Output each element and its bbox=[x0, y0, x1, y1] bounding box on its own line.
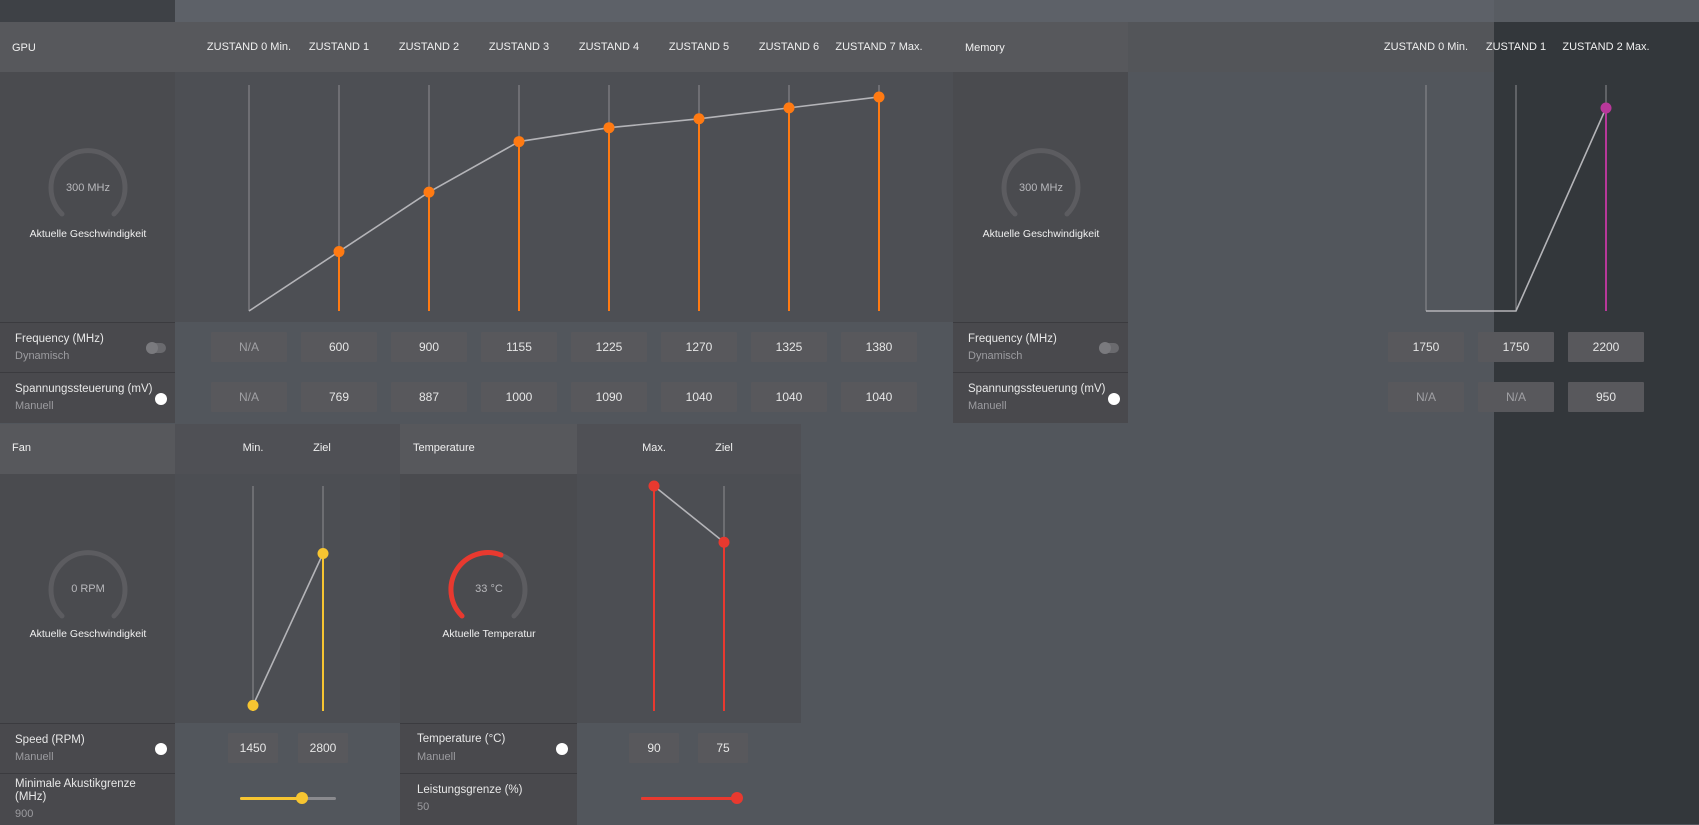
gpu-frequency-input[interactable]: 1325 bbox=[751, 332, 827, 362]
gpu-state-header: ZUSTAND 2 bbox=[398, 41, 460, 53]
gpu-frequency-input[interactable]: 900 bbox=[391, 332, 467, 362]
gpu-frequency-input[interactable]: N/A bbox=[211, 332, 287, 362]
gpu-state-header: ZUSTAND 5 bbox=[668, 41, 730, 53]
memory-frequency-input[interactable]: 1750 bbox=[1388, 332, 1464, 362]
fan-curve-point bbox=[317, 548, 329, 559]
gpu-curve-point bbox=[603, 122, 615, 134]
gpu-state-header: ZUSTAND 0 Min. bbox=[206, 41, 292, 53]
gpu-frequency-input[interactable]: 1155 bbox=[481, 332, 557, 362]
gpu-curve-point bbox=[423, 186, 435, 198]
gpu-curve-point bbox=[873, 91, 885, 103]
gpu-curve-point bbox=[333, 246, 345, 258]
gpu-voltage-input[interactable]: 769 bbox=[301, 382, 377, 412]
gpu-curve-point bbox=[513, 136, 525, 148]
gpu-curve-point bbox=[783, 102, 795, 114]
temperature-curve-point bbox=[718, 536, 730, 548]
gpu-state-header: ZUSTAND 1 bbox=[308, 41, 370, 53]
memory-voltage-input[interactable]: N/A bbox=[1388, 382, 1464, 412]
gpu-voltage-input[interactable]: 1040 bbox=[661, 382, 737, 412]
gpu-frequency-input[interactable]: 1380 bbox=[841, 332, 917, 362]
gpu-state-header: ZUSTAND 7 Max. bbox=[835, 41, 923, 53]
curve-charts bbox=[247, 85, 1612, 711]
memory-curve-point bbox=[1600, 102, 1612, 114]
gpu-voltage-input[interactable]: 887 bbox=[391, 382, 467, 412]
gpu-curve-line bbox=[248, 96, 880, 312]
memory-voltage-input[interactable]: 950 bbox=[1568, 382, 1644, 412]
fan-curve-point bbox=[247, 699, 259, 711]
memory-frequency-input[interactable]: 1750 bbox=[1478, 332, 1554, 362]
gpu-frequency-input[interactable]: 1270 bbox=[661, 332, 737, 362]
gpu-frequency-input[interactable]: 600 bbox=[301, 332, 377, 362]
gpu-state-header: ZUSTAND 3 bbox=[488, 41, 550, 53]
gpu-voltage-input[interactable]: 1000 bbox=[481, 382, 557, 412]
fan-curve-line bbox=[252, 553, 324, 706]
memory-voltage-input[interactable]: N/A bbox=[1478, 382, 1554, 412]
temperature-curve-line bbox=[653, 485, 725, 543]
gpu-voltage-input[interactable]: 1040 bbox=[841, 382, 917, 412]
gpu-curve-point bbox=[693, 113, 705, 125]
gpu-voltage-input[interactable]: N/A bbox=[211, 382, 287, 412]
temperature-curve-point bbox=[648, 480, 660, 492]
memory-state-header: ZUSTAND 0 Min. bbox=[1383, 41, 1469, 53]
memory-frequency-input[interactable]: 2200 bbox=[1568, 332, 1644, 362]
gpu-state-header: ZUSTAND 6 bbox=[758, 41, 820, 53]
gpu-frequency-input[interactable]: 1225 bbox=[571, 332, 647, 362]
gpu-voltage-input[interactable]: 1040 bbox=[751, 382, 827, 412]
memory-state-header: ZUSTAND 2 Max. bbox=[1562, 41, 1650, 53]
memory-state-header: ZUSTAND 1 bbox=[1485, 41, 1547, 53]
gpu-state-header: ZUSTAND 4 bbox=[578, 41, 640, 53]
gpu-voltage-input[interactable]: 1090 bbox=[571, 382, 647, 412]
